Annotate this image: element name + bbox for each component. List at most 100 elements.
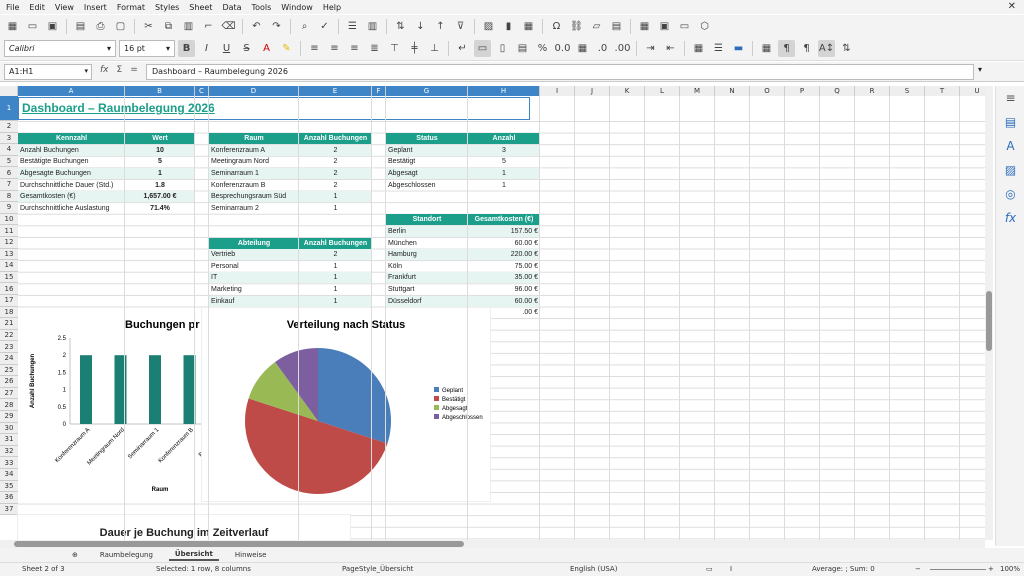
status-count-cell[interactable]: 3 (468, 144, 540, 156)
column-header-f[interactable]: F (372, 86, 386, 96)
room-count-cell[interactable]: 2 (299, 167, 372, 179)
zoom-in-icon[interactable]: + (988, 565, 994, 573)
column-header-h[interactable]: H (468, 86, 540, 96)
row-header-6[interactable]: 6 (0, 167, 18, 179)
department-count-cell[interactable]: 1 (299, 261, 372, 272)
bar-chart[interactable]: Buchungen pr 0 0.5 1 1.5 2 2.5 Konferenzraum AM… (18, 308, 229, 501)
vertical-scroll-thumb[interactable] (986, 291, 992, 351)
horizontal-scrollbar[interactable] (0, 540, 985, 548)
unmerge-icon[interactable]: ▯ (494, 40, 511, 57)
location-name-cell[interactable]: München (386, 238, 468, 249)
column-header-u[interactable]: U (960, 86, 985, 96)
status-name-cell[interactable]: Abgesagt (386, 167, 468, 179)
location-cost-cell[interactable]: 220.00 € (468, 249, 540, 261)
locations-header-kosten[interactable]: Gesamtkosten (€) (468, 214, 540, 226)
row-header-4[interactable]: 4 (0, 144, 18, 156)
row-header-18[interactable]: 18 (0, 306, 18, 319)
insert-chart-icon[interactable]: ▮ (500, 18, 517, 35)
row-header-26[interactable]: 26 (0, 376, 18, 388)
strikethrough-icon[interactable]: S̶ (238, 40, 255, 57)
status-count-cell[interactable]: 5 (468, 156, 540, 167)
tab-hinweise[interactable]: Hinweise (229, 550, 273, 560)
room-count-cell[interactable]: 1 (299, 191, 372, 203)
spelling-icon[interactable]: ✓ (316, 18, 333, 35)
room-name-cell[interactable]: Besprechungsraum Süd (209, 191, 299, 203)
location-name-cell[interactable]: Frankfurt (386, 272, 468, 284)
location-name-cell[interactable]: Köln (386, 261, 468, 272)
row-header-27[interactable]: 27 (0, 387, 18, 400)
location-cost-cell[interactable]: 35.00 € (468, 272, 540, 284)
column-header-a[interactable]: A (18, 86, 125, 96)
department-name-cell[interactable]: Einkauf (209, 295, 299, 307)
column-header-p[interactable]: P (785, 86, 820, 96)
rooms-header-raum[interactable]: Raum (209, 133, 299, 145)
menu-item-file[interactable]: File (6, 3, 19, 12)
align-left-icon[interactable]: ≡ (306, 40, 323, 57)
dashboard-title-cell[interactable]: Dashboard – Raumbelegung 2026 (18, 97, 530, 120)
kpi-label-cell[interactable]: Durchschnittliche Auslastung (18, 203, 125, 214)
department-count-cell[interactable]: 1 (299, 295, 372, 307)
menu-item-view[interactable]: View (55, 3, 74, 12)
column-header-r[interactable]: R (855, 86, 890, 96)
sort-ascending-icon[interactable]: ↓ (412, 18, 429, 35)
room-name-cell[interactable]: Seminarraum 1 (209, 167, 299, 179)
find-replace-icon[interactable]: ⌕ (296, 18, 313, 35)
gallery-icon[interactable]: ▨ (996, 158, 1024, 182)
row-header-33[interactable]: 33 (0, 457, 18, 469)
departments-header-abteilung[interactable]: Abteilung (209, 237, 299, 249)
vertical-text-icon[interactable]: ⇅ (838, 40, 855, 57)
kpi-label-cell[interactable]: Abgesagte Buchungen (18, 167, 125, 179)
merge-center-icon[interactable]: ▭ (474, 40, 491, 57)
sort-icon[interactable]: ⇅ (392, 18, 409, 35)
kpi-value-cell[interactable]: 1,657.00 € (125, 191, 195, 203)
row-header-28[interactable]: 28 (0, 399, 18, 411)
departments-header-anzahl[interactable]: Anzahl Buchungen (299, 237, 372, 249)
row-header-35[interactable]: 35 (0, 480, 18, 493)
delete-decimal-icon[interactable]: .00 (614, 40, 631, 57)
special-character-icon[interactable]: Ω (548, 18, 565, 35)
row-header-25[interactable]: 25 (0, 364, 18, 377)
row-header-15[interactable]: 15 (0, 271, 18, 284)
underline-icon[interactable]: U (218, 40, 235, 57)
border-color-icon[interactable]: ▬ (730, 40, 747, 57)
column-header-j[interactable]: J (575, 86, 610, 96)
row-header-29[interactable]: 29 (0, 411, 18, 423)
function-wizard-icon[interactable]: fx (100, 65, 109, 75)
hyperlink-icon[interactable]: ⛓ (568, 18, 585, 35)
select-all-corner[interactable] (0, 86, 18, 96)
left-to-right-icon[interactable]: ¶ (778, 40, 795, 57)
undo-icon[interactable]: ↶ (248, 18, 265, 35)
open-folder-icon[interactable]: ▭ (24, 18, 41, 35)
functions-icon[interactable]: fx (996, 206, 1024, 230)
location-cost-cell[interactable]: 157.50 € (468, 225, 540, 237)
copy-icon[interactable]: ⧉ (160, 18, 177, 35)
row-header-8[interactable]: 8 (0, 190, 18, 203)
split-window-icon[interactable]: ▭ (676, 18, 693, 35)
define-print-area-icon[interactable]: ▦ (636, 18, 653, 35)
headers-footers-icon[interactable]: ▤ (608, 18, 625, 35)
name-box[interactable]: A1:H1 ▾ (4, 64, 92, 80)
row-header-23[interactable]: 23 (0, 341, 18, 353)
department-count-cell[interactable]: 2 (299, 249, 372, 261)
menu-item-format[interactable]: Format (117, 3, 145, 12)
bold-icon[interactable]: B (178, 40, 195, 57)
menu-item-edit[interactable]: Edit (29, 3, 45, 12)
paste-icon[interactable]: ▥ (180, 18, 197, 35)
print-icon[interactable]: ⎙ (92, 18, 109, 35)
zoom-out-icon[interactable]: − (915, 565, 921, 573)
location-name-cell[interactable]: Düsseldorf (386, 295, 468, 307)
decrease-indent-icon[interactable]: ⇤ (662, 40, 679, 57)
status-count-cell[interactable]: 1 (468, 180, 540, 191)
column-header-i[interactable]: I (540, 86, 575, 96)
room-count-cell[interactable]: 1 (299, 203, 372, 214)
menu-item-styles[interactable]: Styles (155, 3, 179, 12)
autofilter-icon[interactable]: ⊽ (452, 18, 469, 35)
status-count-cell[interactable]: 1 (468, 167, 540, 179)
add-decimal-icon[interactable]: .0 (594, 40, 611, 57)
row-header-11[interactable]: 11 (0, 225, 18, 237)
freeze-rows-columns-icon[interactable]: ▣ (656, 18, 673, 35)
kpi-value-cell[interactable]: 10 (125, 144, 195, 156)
conditional-format-icon[interactable]: ▦ (758, 40, 775, 57)
row-header-32[interactable]: 32 (0, 445, 18, 458)
column-header-k[interactable]: K (610, 86, 645, 96)
